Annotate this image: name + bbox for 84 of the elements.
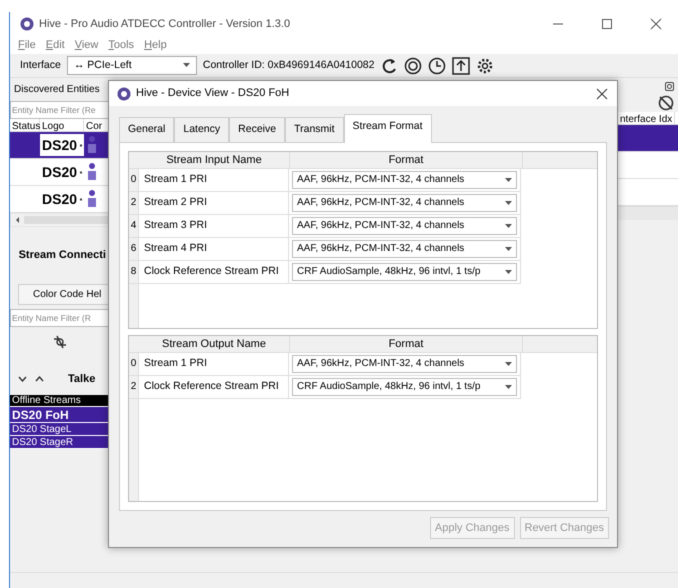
horizontal-scrollbar[interactable] bbox=[10, 213, 110, 227]
stream-name: Clock Reference Stream PRI bbox=[139, 260, 289, 284]
clock-off-icon[interactable] bbox=[658, 95, 674, 111]
talker-label: Talke bbox=[68, 372, 96, 386]
logo-text: DS20 bbox=[42, 136, 78, 154]
panel-title: Discovered Entities bbox=[13, 83, 101, 97]
row-index: 6 bbox=[129, 238, 139, 261]
row-index: 4 bbox=[129, 214, 139, 238]
chevron-up-icon[interactable] bbox=[35, 376, 44, 382]
upload-icon[interactable] bbox=[452, 56, 470, 74]
app-icon bbox=[20, 17, 34, 31]
camera-icon[interactable] bbox=[665, 82, 674, 91]
stream-list-item[interactable]: DS20 StageR bbox=[10, 436, 110, 449]
entity-row[interactable]: DS20 bbox=[10, 159, 110, 186]
dropdown-arrow-icon[interactable] bbox=[505, 270, 512, 274]
stream-name: Stream 1 PRI bbox=[139, 168, 289, 192]
unlink-icon[interactable] bbox=[51, 334, 69, 348]
filter-field[interactable]: Entity Name Filter (Re bbox=[10, 101, 110, 119]
entity-row[interactable]: DS20 bbox=[10, 186, 110, 213]
format-dropdown[interactable]: AAF, 96kHz, PCM-INT-32, 4 channels bbox=[292, 354, 517, 373]
tab[interactable]: Transmit bbox=[285, 117, 344, 142]
stream-name: Stream 1 PRI bbox=[139, 352, 289, 376]
row-index: 8 bbox=[129, 260, 139, 284]
menu-item[interactable]: Tools bbox=[108, 36, 134, 54]
dropdown-arrow-icon[interactable] bbox=[505, 362, 512, 366]
interface-label: Interface bbox=[20, 58, 61, 73]
column-header[interactable]: Format bbox=[290, 336, 523, 352]
certification-icon bbox=[88, 163, 96, 181]
column-header[interactable]: Logo bbox=[40, 119, 84, 131]
dropdown-arrow-icon[interactable] bbox=[505, 246, 512, 251]
filter-field[interactable]: Entity Name Filter (R bbox=[10, 308, 110, 326]
refresh-icon[interactable] bbox=[380, 56, 398, 74]
tab[interactable]: Latency bbox=[174, 117, 230, 142]
certification-icon bbox=[88, 190, 96, 208]
tab[interactable]: General bbox=[119, 117, 174, 142]
row-index: 2 bbox=[129, 192, 139, 215]
record-icon[interactable] bbox=[404, 56, 422, 74]
dropdown-arrow-icon[interactable] bbox=[182, 62, 190, 67]
interface-dropdown[interactable]: ↔ PCIe-Left bbox=[66, 56, 197, 75]
column-header[interactable]: Stream Output Name bbox=[129, 336, 290, 352]
menu-item[interactable]: View bbox=[74, 36, 98, 54]
menu-item[interactable]: Help bbox=[144, 36, 167, 54]
chevron-down-icon[interactable] bbox=[18, 376, 27, 382]
entity-row[interactable]: DS20 bbox=[10, 132, 110, 159]
stream-list-item[interactable]: DS20 StageL bbox=[10, 423, 110, 436]
row-index: 0 bbox=[129, 352, 139, 376]
menu-item[interactable]: File bbox=[18, 36, 36, 54]
row-index: 0 bbox=[129, 168, 139, 192]
format-dropdown[interactable]: CRF AudioSample, 48kHz, 96 intvl, 1 ts/p bbox=[292, 378, 517, 396]
tab[interactable]: Receive bbox=[229, 117, 286, 142]
clock-icon[interactable] bbox=[428, 56, 446, 74]
format-dropdown[interactable]: CRF AudioSample, 48kHz, 96 intvl, 1 ts/p bbox=[292, 262, 517, 281]
app-icon bbox=[117, 86, 131, 100]
column-header[interactable]: Format bbox=[290, 152, 523, 168]
column-header[interactable]: Status bbox=[10, 119, 40, 131]
color-code-button[interactable]: Color Code Hel bbox=[18, 284, 110, 304]
column-header[interactable]: Stream Input Name bbox=[129, 152, 290, 168]
certification-icon bbox=[88, 136, 96, 154]
dropdown-arrow-icon[interactable] bbox=[505, 224, 512, 228]
stream-name: Stream 4 PRI bbox=[139, 238, 289, 261]
dropdown-arrow-icon[interactable] bbox=[505, 200, 512, 205]
format-dropdown[interactable]: AAF, 96kHz, PCM-INT-32, 4 channels bbox=[292, 240, 517, 258]
stream-name: Clock Reference Stream PRI bbox=[139, 376, 289, 399]
horizontal-scrollbar[interactable] bbox=[618, 206, 678, 220]
menu-item[interactable]: Edit bbox=[46, 36, 65, 54]
format-dropdown[interactable]: AAF, 96kHz, PCM-INT-32, 4 channels bbox=[292, 194, 517, 212]
dropdown-arrow-icon[interactable] bbox=[505, 384, 512, 389]
format-dropdown[interactable]: AAF, 96kHz, PCM-INT-32, 4 channels bbox=[292, 216, 517, 235]
row-header-column bbox=[129, 284, 139, 328]
dropdown-arrow-icon[interactable] bbox=[505, 178, 512, 182]
section-title: Stream Connecti bbox=[18, 248, 107, 263]
controller-id: Controller ID: 0xB4969146A0410082 bbox=[202, 58, 374, 73]
row-index: 2 bbox=[129, 376, 139, 399]
entity-row[interactable] bbox=[618, 125, 678, 152]
dialog-title: Hive - Device View - DS20 FoH bbox=[136, 86, 290, 102]
stream-name: Stream 3 PRI bbox=[139, 214, 289, 238]
stream-name: Stream 2 PRI bbox=[139, 192, 289, 215]
logo-text: DS20 bbox=[42, 162, 78, 182]
stream-list-item[interactable]: DS20 FoH bbox=[10, 407, 110, 423]
settings-icon[interactable] bbox=[476, 56, 494, 74]
window-title: Hive - Pro Audio ATDECC Controller - Version 1.3.0 bbox=[39, 16, 290, 32]
logo-text: DS20 bbox=[42, 190, 78, 208]
format-dropdown[interactable]: AAF, 96kHz, PCM-INT-32, 4 channels bbox=[292, 170, 517, 189]
tab[interactable]: Stream Format bbox=[344, 114, 432, 143]
